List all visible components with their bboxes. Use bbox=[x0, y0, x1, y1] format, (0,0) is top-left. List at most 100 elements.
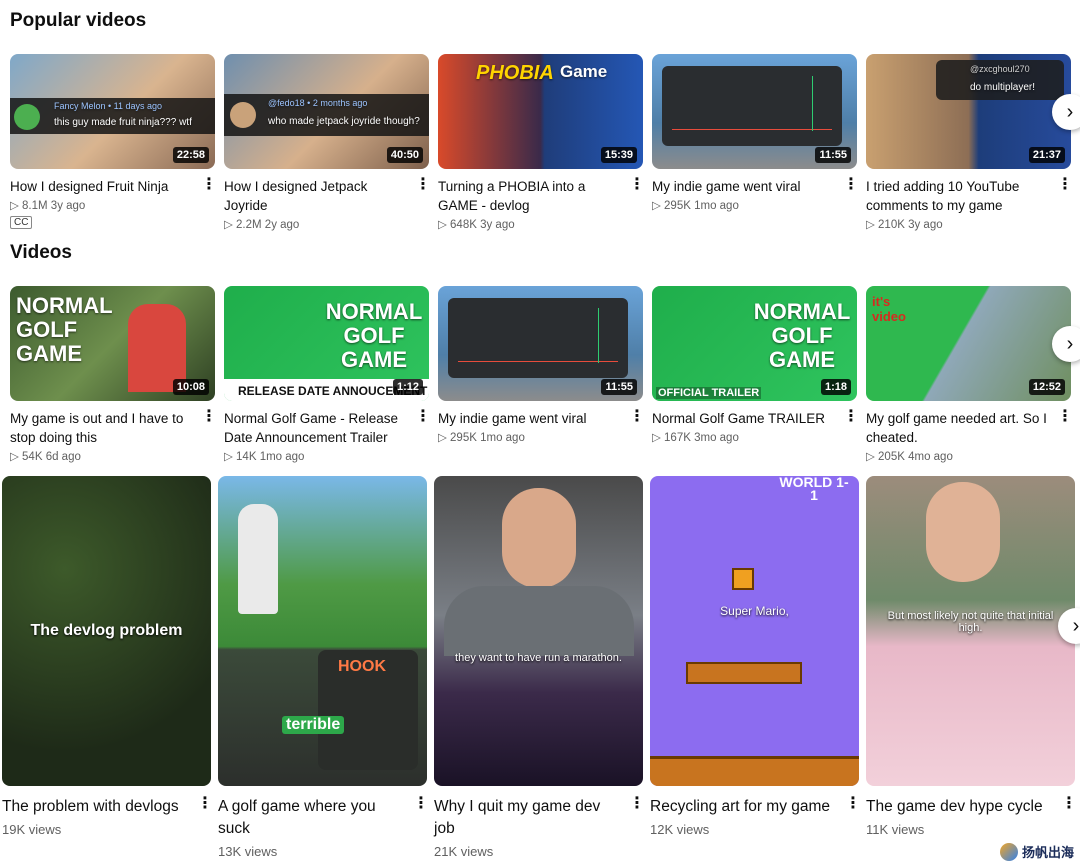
video-title[interactable]: I tried adding 10 YouTube comments to my… bbox=[866, 177, 1053, 215]
golfer-figure bbox=[238, 504, 278, 614]
more-options-icon[interactable]: ⋮ bbox=[629, 409, 645, 444]
video-thumbnail[interactable]: NORMAL GOLF GAME 10:08 bbox=[10, 286, 215, 401]
video-thumbnail[interactable]: NORMAL GOLF GAME RELEASE DATE ANNOUCEMEN… bbox=[224, 286, 429, 401]
video-thumbnail[interactable]: 11:55 bbox=[438, 286, 643, 401]
video-stats: ▷ 14K 1mo ago bbox=[224, 451, 305, 463]
video-title[interactable]: Normal Golf Game TRAILER bbox=[652, 409, 839, 428]
next-arrow-icon[interactable]: › bbox=[1052, 94, 1080, 130]
next-arrow-icon[interactable]: › bbox=[1052, 326, 1080, 362]
short-card[interactable]: The devlog problem The problem with devl… bbox=[2, 476, 213, 859]
short-card[interactable]: they want to have run a marathon. Why I … bbox=[434, 476, 645, 859]
more-options-icon[interactable]: ⋮ bbox=[1057, 177, 1073, 231]
video-stats: ▷ 167K 3mo ago bbox=[652, 432, 739, 444]
short-title[interactable]: Why I quit my game dev job bbox=[434, 796, 625, 840]
person-face bbox=[502, 488, 576, 588]
short-views: 21K views bbox=[434, 844, 494, 859]
duration-badge: 1:18 bbox=[820, 379, 851, 395]
video-thumbnail[interactable]: Fancy Melon • 11 days ago this guy made … bbox=[10, 54, 215, 169]
duration-badge: 15:39 bbox=[600, 147, 637, 163]
video-card[interactable]: it's video 12:52 My golf game needed art… bbox=[866, 286, 1073, 463]
comment-user: Fancy Melon • 11 days ago bbox=[54, 101, 163, 111]
short-thumbnail[interactable]: But most likely not quite that initial h… bbox=[866, 476, 1075, 786]
video-card[interactable]: PHOBIA Game 15:39 Turning a PHOBIA into … bbox=[438, 54, 645, 231]
cc-badge: CC bbox=[10, 216, 33, 229]
short-title[interactable]: The problem with devlogs bbox=[2, 796, 193, 818]
video-thumbnail[interactable]: PHOBIA Game 15:39 bbox=[438, 54, 643, 169]
person-face bbox=[926, 482, 1000, 582]
graph-monitor bbox=[448, 298, 628, 378]
video-stats: ▷ 205K 4mo ago bbox=[866, 451, 953, 463]
video-title[interactable]: How I designed Fruit Ninja bbox=[10, 177, 197, 196]
video-thumbnail[interactable]: it's video 12:52 bbox=[866, 286, 1071, 401]
short-card[interactable]: HOOK terrible A golf game where you suck… bbox=[218, 476, 429, 859]
more-options-icon[interactable]: ⋮ bbox=[1057, 409, 1073, 463]
section-title-popular: Popular videos bbox=[10, 10, 147, 31]
short-title[interactable]: The game dev hype cycle bbox=[866, 796, 1057, 818]
duration-badge: 40:50 bbox=[386, 147, 423, 163]
watermark: 扬帆出海 bbox=[999, 842, 1074, 861]
video-stats: ▷ 2.2M 2y ago bbox=[224, 219, 300, 231]
brick-row bbox=[686, 662, 802, 684]
video-thumbnail[interactable]: 11:55 bbox=[652, 54, 857, 169]
video-card[interactable]: 11:55 My indie game went viral ▷ 295K 1m… bbox=[438, 286, 645, 463]
more-options-icon[interactable]: ⋮ bbox=[201, 409, 217, 463]
more-options-icon[interactable]: ⋮ bbox=[629, 177, 645, 231]
short-card[interactable]: But most likely not quite that initial h… bbox=[866, 476, 1077, 859]
duration-badge: 11:55 bbox=[815, 147, 851, 163]
avatar bbox=[14, 104, 40, 130]
short-thumbnail[interactable]: they want to have run a marathon. bbox=[434, 476, 643, 786]
more-options-icon[interactable]: ⋮ bbox=[843, 409, 859, 444]
popular-videos-row: Fancy Melon • 11 days ago this guy made … bbox=[10, 54, 1073, 231]
watermark-logo-icon bbox=[999, 842, 1018, 861]
comment-user: @zxcghoul270 bbox=[970, 64, 1030, 74]
short-caption-hook: HOOK bbox=[338, 658, 386, 675]
more-options-icon[interactable]: ⋮ bbox=[845, 796, 861, 837]
video-title[interactable]: My golf game needed art. So I cheated. bbox=[866, 409, 1053, 447]
thumb-banner: OFFICIAL TRAILER bbox=[656, 387, 762, 399]
video-card[interactable]: @zxcghoul270 do multiplayer! 21:37 I tri… bbox=[866, 54, 1073, 231]
thumb-text: NORMAL GOLF GAME bbox=[16, 293, 113, 366]
shorts-row: The devlog problem The problem with devl… bbox=[2, 476, 1077, 859]
video-title[interactable]: My indie game went viral bbox=[652, 177, 839, 196]
more-options-icon[interactable]: ⋮ bbox=[415, 177, 431, 231]
more-options-icon[interactable]: ⋮ bbox=[843, 177, 859, 212]
comment-user: @fedo18 • 2 months ago bbox=[268, 98, 368, 108]
short-title[interactable]: A golf game where you suck bbox=[218, 796, 409, 840]
short-views: 11K views bbox=[866, 822, 925, 837]
thumb-text-game: Game bbox=[560, 62, 608, 81]
video-thumbnail[interactable]: NORMAL GOLF GAME OFFICIAL TRAILER 1:18 bbox=[652, 286, 857, 401]
more-options-icon[interactable]: ⋮ bbox=[197, 796, 213, 837]
person-hoodie bbox=[444, 586, 634, 656]
graph-monitor bbox=[662, 66, 842, 146]
more-options-icon[interactable]: ⋮ bbox=[201, 177, 217, 230]
short-card[interactable]: WORLD 1-1 Super Mario, Recycling art for… bbox=[650, 476, 861, 859]
more-options-icon[interactable]: ⋮ bbox=[1061, 796, 1077, 837]
more-options-icon[interactable]: ⋮ bbox=[413, 796, 429, 859]
short-thumbnail[interactable]: WORLD 1-1 Super Mario, bbox=[650, 476, 859, 786]
video-card[interactable]: NORMAL GOLF GAME OFFICIAL TRAILER 1:18 N… bbox=[652, 286, 859, 463]
video-title[interactable]: Normal Golf Game - Release Date Announce… bbox=[224, 409, 411, 447]
more-options-icon[interactable]: ⋮ bbox=[415, 409, 431, 463]
video-title[interactable]: My indie game went viral bbox=[438, 409, 625, 428]
short-thumbnail[interactable]: HOOK terrible bbox=[218, 476, 427, 786]
video-card[interactable]: NORMAL GOLF GAME 10:08 My game is out an… bbox=[10, 286, 217, 463]
short-caption: But most likely not quite that initial h… bbox=[887, 610, 1054, 634]
world-label: WORLD 1-1 bbox=[779, 476, 849, 503]
more-options-icon[interactable]: ⋮ bbox=[629, 796, 645, 859]
video-title[interactable]: How I designed Jetpack Joyride bbox=[224, 177, 411, 215]
video-title[interactable]: My game is out and I have to stop doing … bbox=[10, 409, 197, 447]
video-card[interactable]: NORMAL GOLF GAME RELEASE DATE ANNOUCEMEN… bbox=[224, 286, 431, 463]
video-card[interactable]: @fedo18 • 2 months ago who made jetpack … bbox=[224, 54, 431, 231]
question-block-icon bbox=[732, 568, 754, 590]
video-card[interactable]: 11:55 My indie game went viral ▷ 295K 1m… bbox=[652, 54, 859, 231]
short-thumbnail[interactable]: The devlog problem bbox=[2, 476, 211, 786]
video-title[interactable]: Turning a PHOBIA into a GAME - devlog bbox=[438, 177, 625, 215]
ground bbox=[650, 756, 859, 786]
video-thumbnail[interactable]: @fedo18 • 2 months ago who made jetpack … bbox=[224, 54, 429, 169]
video-card[interactable]: Fancy Melon • 11 days ago this guy made … bbox=[10, 54, 217, 231]
short-title[interactable]: Recycling art for my game bbox=[650, 796, 841, 818]
comment-text: do multiplayer! bbox=[970, 82, 1036, 93]
video-thumbnail[interactable]: @zxcghoul270 do multiplayer! 21:37 bbox=[866, 54, 1071, 169]
short-views: 13K views bbox=[218, 844, 278, 859]
watermark-text: 扬帆出海 bbox=[1021, 845, 1074, 860]
